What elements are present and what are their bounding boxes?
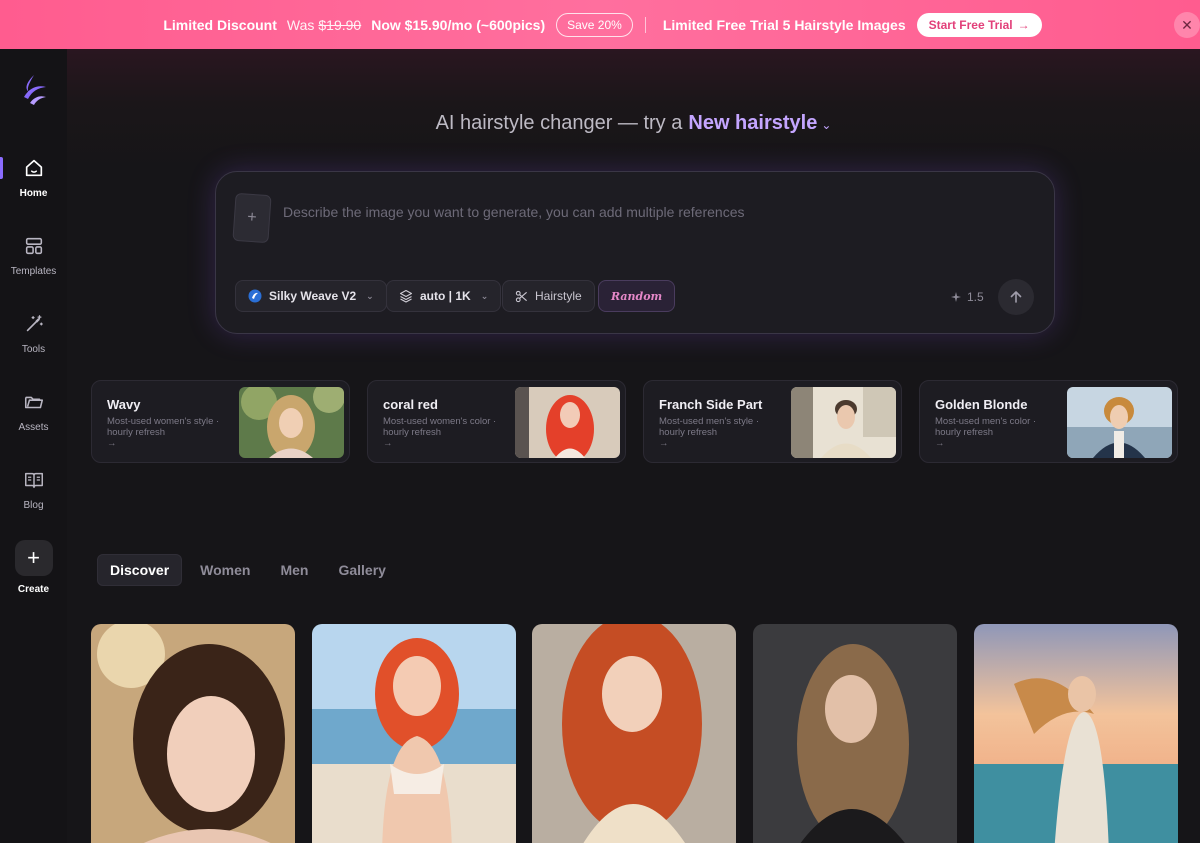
style-card-title: coral red (383, 397, 438, 412)
prompt-box: + Silky Weave V2 ⌄ auto | 1K ⌄ Hairstyle… (215, 171, 1055, 334)
scissors-icon (515, 290, 527, 302)
book-icon (24, 472, 43, 489)
credit-cost: 1.5 (950, 290, 984, 304)
model-select[interactable]: Silky Weave V2 ⌄ (235, 280, 387, 312)
tab-women[interactable]: Women (188, 554, 262, 586)
promo-banner: Limited Discount Was $19.90 Now $15.90/mo… (0, 0, 1200, 49)
model-logo-icon (248, 289, 262, 303)
was-price: Was $19.90 (286, 16, 362, 33)
prompt-input[interactable] (283, 200, 1003, 224)
arrow-right-icon: → (107, 438, 117, 449)
gallery-photo[interactable] (974, 624, 1178, 843)
tab-gallery[interactable]: Gallery (326, 554, 397, 586)
hairstyle-dropdown[interactable]: New hairstyle (688, 112, 817, 134)
hero-heading: AI hairstyle changer — try a New hairstyl… (67, 112, 1200, 135)
now-price: Now $15.90/mo (~600pics) (371, 16, 546, 33)
add-reference-button[interactable]: + (232, 192, 272, 244)
hero-prefix: AI hairstyle changer — try a (435, 112, 683, 134)
style-card-image (791, 387, 896, 458)
gallery-photo[interactable] (532, 624, 736, 843)
arrow-right-icon: → (1017, 17, 1030, 32)
discount-label: Limited Discount (163, 16, 277, 33)
style-card-desc: Most-used men's color · hourly refresh → (935, 416, 1037, 449)
style-card-image (515, 387, 620, 458)
chevron-down-icon[interactable]: ⌄ (821, 118, 831, 132)
style-card-wavy[interactable]: Wavy Most-used women's style · hourly re… (91, 380, 350, 463)
hairstyle-label: Hairstyle (535, 289, 582, 303)
sidebar-item-label: Create (17, 584, 50, 595)
style-card-title: Franch Side Part (659, 397, 763, 412)
active-indicator (0, 157, 3, 179)
arrow-right-icon: → (659, 438, 669, 449)
gallery-photo[interactable] (312, 624, 516, 843)
sidebar-item-tools[interactable]: Tools (0, 313, 67, 355)
style-card-image (1067, 387, 1172, 458)
sidebar-item-label: Assets (18, 422, 49, 433)
sidebar-item-label: Templates (10, 266, 57, 277)
chevron-down-icon: ⌄ (480, 290, 489, 301)
credit-value: 1.5 (967, 290, 984, 304)
plus-icon: + (246, 208, 258, 227)
tab-men[interactable]: Men (268, 554, 320, 586)
sidebar-item-home[interactable]: Home (0, 157, 67, 199)
sidebar-item-templates[interactable]: Templates (0, 235, 67, 277)
create-button[interactable]: + (14, 540, 53, 576)
plus-icon: + (27, 545, 40, 570)
style-card-desc: Most-used women's style · hourly refresh… (107, 416, 220, 449)
banner-divider (644, 16, 646, 33)
arrow-right-icon: → (935, 438, 945, 449)
gallery-tabs: Discover Women Men Gallery (97, 554, 398, 586)
send-button[interactable] (998, 279, 1034, 315)
style-card-desc: Most-used women's color · hourly refresh… (383, 416, 497, 449)
arrow-up-icon (1010, 291, 1022, 303)
style-card-coral-red[interactable]: coral red Most-used women's color · hour… (367, 380, 626, 463)
header-glow (0, 49, 1200, 169)
sidebar: Home Templates Tools Assets Blog + Creat… (0, 49, 67, 843)
home-icon (25, 159, 42, 177)
style-card-desc: Most-used men's style · hourly refresh → (659, 416, 760, 449)
folder-icon (24, 396, 43, 409)
size-select[interactable]: auto | 1K ⌄ (386, 280, 502, 312)
random-label: Random (611, 289, 663, 303)
sidebar-item-assets[interactable]: Assets (0, 391, 67, 433)
sidebar-item-create[interactable]: + Create (0, 540, 67, 595)
style-card-franch-side-part[interactable]: Franch Side Part Most-used men's style ·… (643, 380, 902, 463)
style-card-title: Golden Blonde (935, 397, 1028, 412)
gallery-photo[interactable] (753, 624, 957, 843)
layers-icon (399, 289, 413, 303)
random-button[interactable]: Random (598, 280, 676, 312)
style-card-title: Wavy (107, 397, 141, 412)
sidebar-item-blog[interactable]: Blog (0, 469, 67, 511)
arrow-right-icon: → (383, 438, 393, 449)
style-card-golden-blonde[interactable]: Golden Blonde Most-used men's color · ho… (919, 380, 1178, 463)
gallery-photo[interactable] (91, 624, 295, 843)
app-logo-icon[interactable] (20, 73, 48, 107)
magic-wand-icon (26, 315, 43, 332)
model-label: Silky Weave V2 (269, 289, 357, 303)
sidebar-item-label: Blog (23, 500, 44, 511)
hairstyle-mode-button[interactable]: Hairstyle (502, 280, 595, 312)
close-icon: ✕ (1181, 16, 1193, 33)
sidebar-item-label: Home (19, 188, 48, 199)
close-banner-button[interactable]: ✕ (1174, 12, 1200, 38)
sidebar-item-label: Tools (21, 344, 46, 355)
templates-icon (25, 237, 42, 255)
tab-discover[interactable]: Discover (97, 554, 183, 586)
chevron-down-icon: ⌄ (366, 290, 374, 301)
style-card-image (239, 387, 344, 458)
trial-text: Limited Free Trial 5 Hairstyle Images (662, 16, 906, 33)
size-label: auto | 1K (420, 289, 471, 303)
start-free-trial-button[interactable]: Start Free Trial → (916, 12, 1042, 37)
save-badge: Save 20% (556, 12, 633, 37)
sparkle-icon (951, 292, 961, 302)
